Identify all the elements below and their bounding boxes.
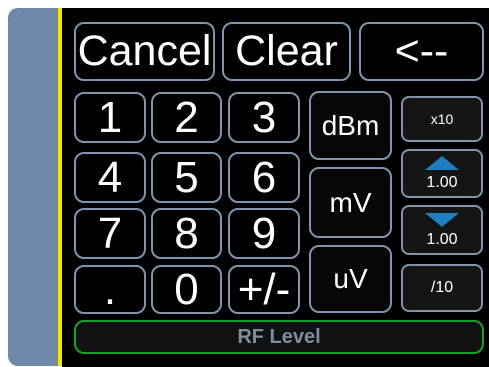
unit-uv-button[interactable]: uV: [309, 245, 392, 313]
divide-step-button[interactable]: /10: [401, 264, 483, 312]
decimal-point-button[interactable]: .: [74, 265, 146, 314]
digit-4-button[interactable]: 4: [74, 152, 146, 203]
up-triangle-icon: [425, 156, 459, 170]
increment-button[interactable]: 1.00: [401, 149, 483, 198]
decrement-step-value: 1.00: [426, 230, 458, 248]
digit-6-button[interactable]: 6: [228, 152, 300, 203]
digit-7-button[interactable]: 7: [74, 208, 146, 259]
multiply-step-button[interactable]: x10: [401, 96, 483, 142]
unit-dbm-button[interactable]: dBm: [309, 91, 392, 160]
rf-level-keypad-panel: Cancel Clear <-- 1 2 3 4 5 6 7 8 9 . 0 +…: [0, 0, 489, 367]
decrement-button[interactable]: 1.00: [401, 205, 483, 255]
digit-0-button[interactable]: 0: [151, 265, 222, 314]
digit-9-button[interactable]: 9: [228, 208, 300, 259]
digit-1-button[interactable]: 1: [74, 92, 146, 143]
digit-8-button[interactable]: 8: [151, 208, 222, 259]
backspace-button[interactable]: <--: [359, 22, 484, 81]
down-triangle-icon: [425, 212, 459, 227]
digit-3-button[interactable]: 3: [228, 92, 300, 143]
sidebar: [8, 8, 58, 366]
clear-button[interactable]: Clear: [222, 22, 351, 81]
increment-step-value: 1.00: [426, 174, 458, 191]
unit-mv-button[interactable]: mV: [309, 167, 392, 238]
digit-2-button[interactable]: 2: [151, 92, 222, 143]
cancel-button[interactable]: Cancel: [74, 22, 215, 81]
sign-toggle-button[interactable]: +/-: [228, 265, 300, 314]
field-label-bar: RF Level: [74, 320, 484, 354]
digit-5-button[interactable]: 5: [151, 152, 222, 203]
